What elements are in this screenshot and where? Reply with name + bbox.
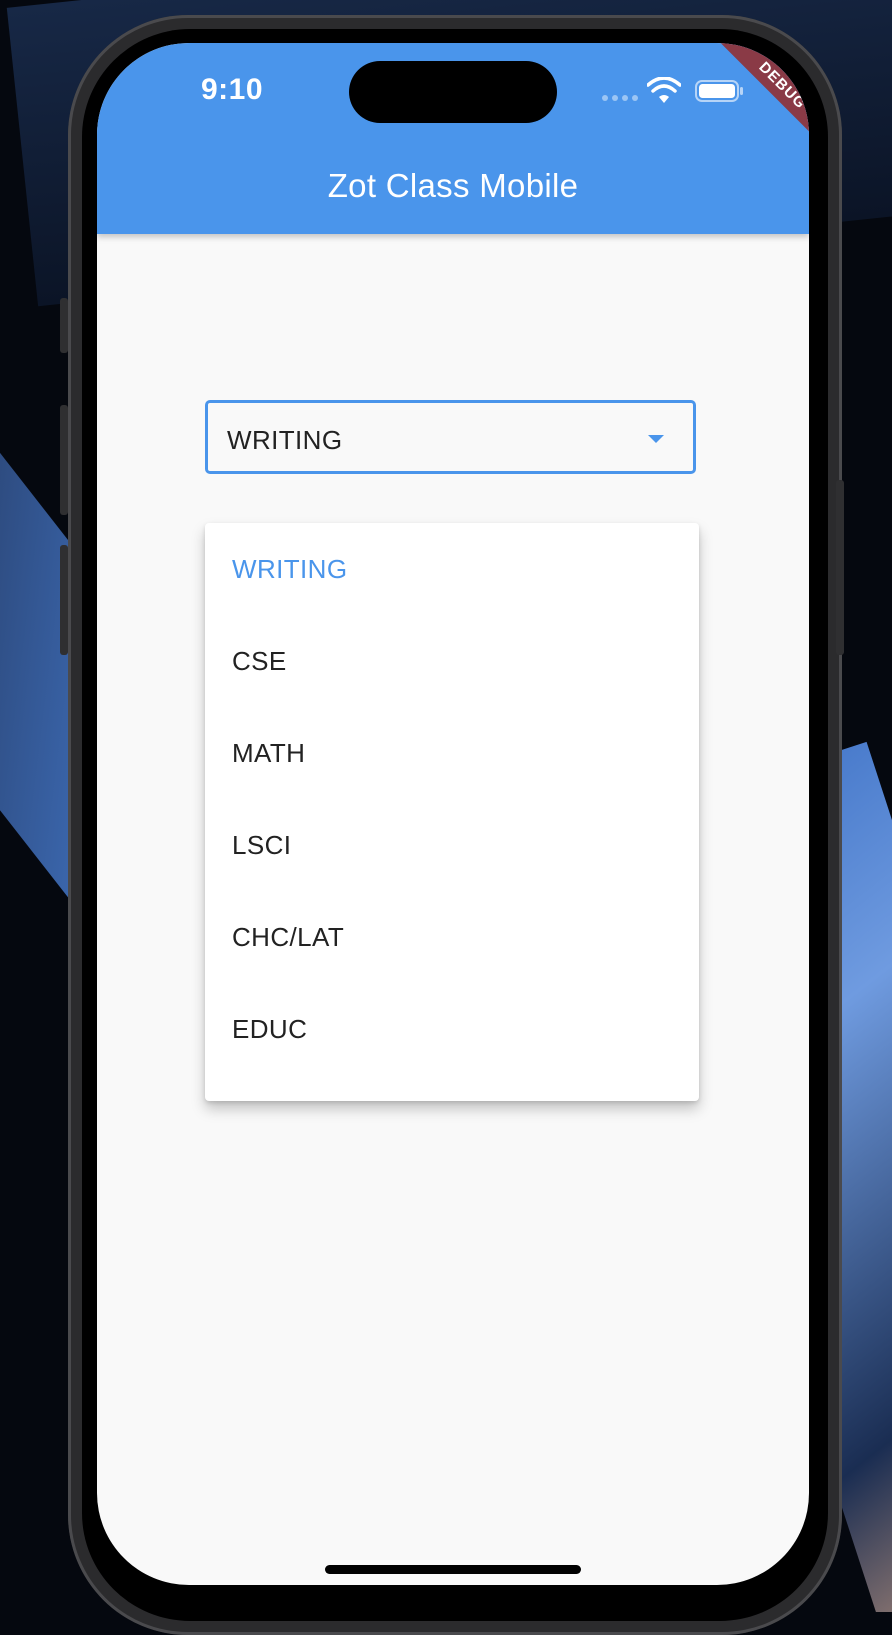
volume-up-button	[60, 405, 68, 515]
department-dropdown[interactable]: WRITING	[205, 400, 696, 474]
battery-icon	[695, 80, 743, 102]
dynamic-island	[349, 61, 557, 123]
power-button	[836, 480, 844, 655]
status-time: 9:10	[201, 73, 264, 106]
wifi-icon	[647, 77, 681, 103]
dropdown-menu: WRITING CSE MATH LSCI CHC/LAT EDUC	[205, 523, 699, 1101]
volume-down-button	[60, 545, 68, 655]
home-indicator[interactable]	[325, 1565, 581, 1574]
app-title: Zot Class Mobile	[327, 167, 579, 204]
dropdown-option[interactable]: LSCI	[205, 799, 699, 891]
dropdown-selected-value: WRITING	[227, 425, 343, 455]
silent-switch	[60, 298, 68, 353]
caret-down-icon[interactable]	[648, 435, 664, 443]
dropdown-option[interactable]: MATH	[205, 707, 699, 799]
app-screen: 9:10 Zot Class Mobile DEBUG WRITING WRIT…	[97, 43, 809, 1585]
dropdown-option[interactable]: WRITING	[205, 523, 699, 615]
app-bar: 9:10 Zot Class Mobile	[97, 43, 809, 234]
dropdown-option[interactable]: CSE	[205, 615, 699, 707]
dropdown-option[interactable]: CHC/LAT	[205, 891, 699, 983]
dropdown-option[interactable]: EDUC	[205, 983, 699, 1075]
signal-icon	[602, 95, 638, 101]
